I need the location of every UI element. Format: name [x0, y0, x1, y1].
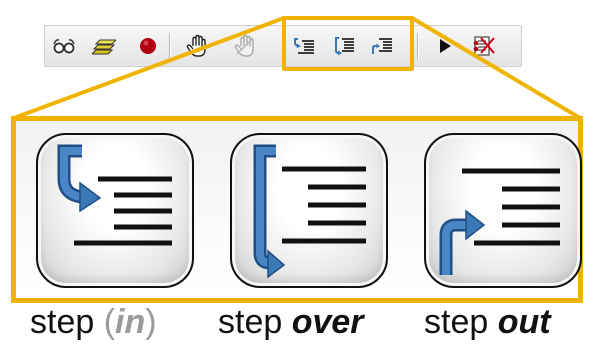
step-buttons-highlight: [282, 16, 414, 71]
caption-step-in: step (in): [30, 302, 157, 345]
record-dot-icon: [140, 38, 156, 54]
step-over-large-button[interactable]: [230, 133, 388, 288]
step-out-cell: [404, 121, 582, 298]
grab-disabled-button[interactable]: [229, 26, 261, 66]
caption-step-over: step over: [218, 302, 364, 345]
caption-paren-open: (: [103, 303, 116, 341]
caption-paren-close: ): [145, 303, 157, 341]
caption-emphasis: in: [115, 303, 146, 341]
step-in-cell: [16, 121, 210, 298]
stacked-layers-icon: [92, 39, 116, 55]
hand-disabled-icon: [234, 34, 254, 57]
step-over-cell: [210, 121, 404, 298]
toolbar-separator: [169, 33, 171, 59]
caption-emphasis: over: [291, 303, 364, 341]
watch-button[interactable]: [49, 26, 79, 66]
caption-word: step: [424, 303, 489, 341]
step-out-large-button[interactable]: [424, 133, 582, 288]
step-over-icon: [253, 144, 366, 279]
clear-breakpoints-icon: [473, 36, 495, 56]
step-out-icon: [439, 168, 560, 275]
caption-emphasis: out: [497, 303, 551, 341]
step-in-icon: [57, 144, 172, 246]
caption-step-out: step out: [424, 302, 551, 345]
play-icon: [440, 39, 451, 53]
grab-button[interactable]: [181, 26, 213, 66]
run-button[interactable]: [431, 26, 459, 66]
call-stack-button[interactable]: [89, 26, 119, 66]
hand-cursor-icon: [186, 34, 206, 57]
step-in-large-button[interactable]: [36, 133, 194, 288]
clear-breakpoints-button[interactable]: [467, 26, 501, 66]
caption-word: step: [30, 303, 95, 341]
caption-word: step: [218, 303, 283, 341]
breakpoint-button[interactable]: [135, 26, 161, 66]
glasses-icon: [53, 39, 75, 54]
zoomed-step-buttons-panel: [11, 116, 583, 303]
toolbar-separator: [417, 33, 419, 59]
